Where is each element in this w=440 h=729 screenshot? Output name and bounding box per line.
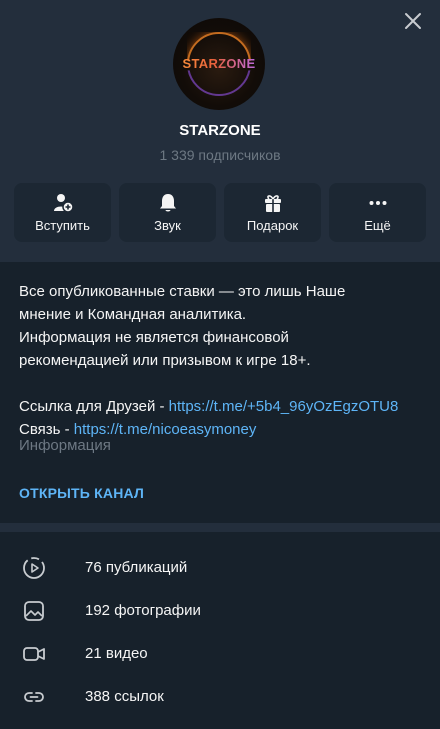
- friends-link-prefix: Ссылка для Друзей -: [19, 398, 169, 415]
- video-icon: [22, 642, 46, 666]
- description-blank-line: [19, 372, 424, 395]
- contact-link[interactable]: https://t.me/nicoeasymoney: [74, 421, 257, 438]
- more-button[interactable]: Ещё: [329, 183, 426, 242]
- close-icon[interactable]: [402, 10, 424, 32]
- description-line: Информация не является финансовой: [19, 329, 289, 346]
- channel-description: Все опубликованные ставки — это лишь Наш…: [19, 280, 424, 441]
- gift-button[interactable]: Подарок: [224, 183, 321, 242]
- info-caption: Информация: [19, 437, 111, 454]
- subscriber-count: 1 339 подписчиков: [159, 147, 281, 163]
- section-divider: [0, 523, 440, 532]
- about-section: Все опубликованные ставки — это лишь Наш…: [0, 262, 440, 523]
- more-label: Ещё: [364, 218, 391, 233]
- bell-icon: [157, 192, 179, 214]
- stat-posts[interactable]: 76 публикаций: [0, 546, 440, 589]
- media-stats: 76 публикаций 192 фотографии 21 видео 38…: [0, 532, 440, 729]
- avatar-logo-text: STARZONE: [173, 56, 265, 71]
- gift-icon: [262, 192, 284, 214]
- stat-photos-label: 192 фотографии: [85, 602, 201, 619]
- sound-label: Звук: [154, 218, 181, 233]
- stat-posts-label: 76 публикаций: [85, 559, 188, 576]
- avatar: STARZONE: [173, 18, 265, 110]
- open-channel-button[interactable]: ОТКРЫТЬ КАНАЛ: [19, 485, 144, 501]
- stat-photos[interactable]: 192 фотографии: [0, 589, 440, 632]
- join-button[interactable]: Вступить: [14, 183, 111, 242]
- stat-links-label: 388 ссылок: [85, 688, 164, 705]
- contact-link-prefix: Связь -: [19, 421, 74, 438]
- channel-header: STARZONE STARZONE 1 339 подписчиков Всту…: [0, 0, 440, 262]
- friends-link[interactable]: https://t.me/+5b4_96yOzEgzOTU8: [169, 398, 399, 415]
- description-line: рекомендацией или призывом к игре 18+.: [19, 352, 311, 369]
- add-user-icon: [52, 192, 74, 214]
- action-bar: Вступить Звук Подарок Ещё: [14, 183, 426, 242]
- description-line: Все опубликованные ставки — это лишь Наш…: [19, 283, 346, 300]
- photo-icon: [22, 599, 46, 623]
- stat-videos[interactable]: 21 видео: [0, 632, 440, 675]
- gift-label: Подарок: [246, 218, 299, 233]
- posts-icon: [22, 556, 46, 580]
- sound-button[interactable]: Звук: [119, 183, 216, 242]
- stat-videos-label: 21 видео: [85, 645, 148, 662]
- link-icon: [22, 685, 46, 709]
- channel-title: STARZONE: [179, 122, 261, 139]
- friends-link-line: Ссылка для Друзей - https://t.me/+5b4_96…: [19, 395, 424, 418]
- stat-links[interactable]: 388 ссылок: [0, 675, 440, 718]
- more-icon: [367, 192, 389, 214]
- description-line: мнение и Командная аналитика.: [19, 306, 247, 323]
- join-label: Вступить: [35, 218, 90, 233]
